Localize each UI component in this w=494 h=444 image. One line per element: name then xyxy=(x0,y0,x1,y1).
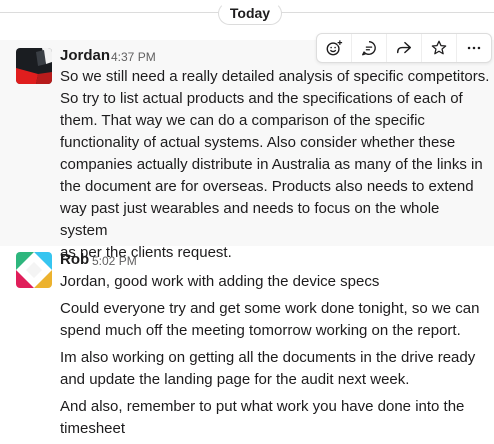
message-body: So we still need a really detailed analy… xyxy=(60,66,490,264)
message-author[interactable]: Rob xyxy=(60,251,89,269)
message-actions-toolbar xyxy=(316,33,492,63)
share-message-icon xyxy=(396,41,412,54)
avatar-image xyxy=(16,252,52,288)
message-item[interactable]: Rob 5:02 PM Jordan, good work with addin… xyxy=(0,246,494,444)
message-pane: Today Jordan 4:37 PM So we still need a … xyxy=(0,0,494,444)
message-timestamp[interactable]: 5:02 PM xyxy=(92,252,137,270)
message-line: So we still need a really detailed analy… xyxy=(60,68,490,85)
date-divider: Today xyxy=(0,0,494,26)
message-line: functionality of actual systems. Also co… xyxy=(60,134,456,151)
add-reaction-button[interactable] xyxy=(317,34,351,62)
avatar[interactable] xyxy=(16,252,52,288)
reply-in-thread-button[interactable] xyxy=(351,34,386,62)
message-line: them. That way we can do a comparison of… xyxy=(60,112,425,129)
message-line: companies actually distribute in Austral… xyxy=(60,156,483,173)
save-message-button[interactable] xyxy=(421,34,456,62)
avatar-image xyxy=(16,48,52,84)
share-message-button[interactable] xyxy=(386,34,421,62)
message-timestamp[interactable]: 4:37 PM xyxy=(111,48,156,66)
message-line: So try to list actual products and the s… xyxy=(60,90,463,107)
message-paragraph: And also, remember to put what work you … xyxy=(60,398,465,437)
more-actions-button[interactable] xyxy=(456,34,491,62)
message-line: the document are for overseas. Products … xyxy=(60,178,474,195)
message-author[interactable]: Jordan xyxy=(60,47,110,65)
save-star-icon xyxy=(431,40,447,55)
message-line: way past just wearables and needs to foc… xyxy=(60,200,440,239)
add-reaction-icon xyxy=(326,39,343,56)
avatar[interactable] xyxy=(16,48,52,84)
date-divider-label[interactable]: Today xyxy=(218,2,282,25)
message-paragraph: Could everyone try and get some work don… xyxy=(60,300,480,339)
message-paragraph: Jordan, good work with adding the device… xyxy=(60,273,380,290)
message-paragraph: Im also working on getting all the docum… xyxy=(60,349,476,388)
message-item[interactable]: Jordan 4:37 PM So we still need a really… xyxy=(0,40,494,261)
reply-in-thread-icon xyxy=(362,41,376,56)
more-actions-icon xyxy=(467,46,481,50)
